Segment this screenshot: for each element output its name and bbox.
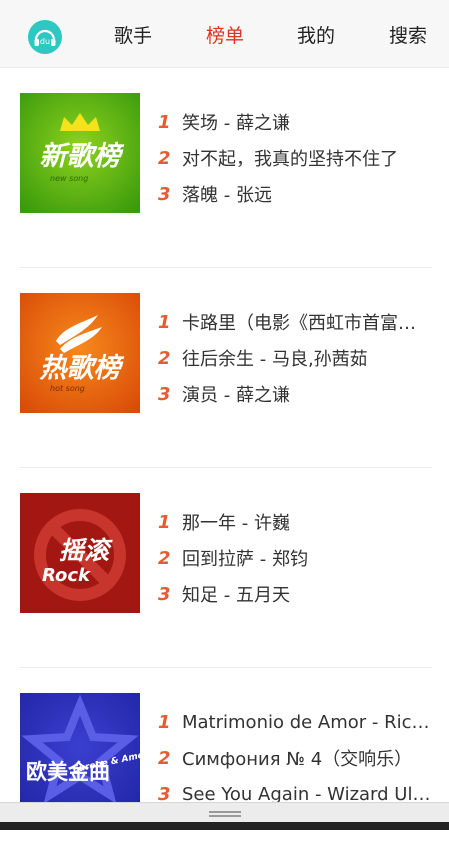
song-title: Симфония № 4（交响乐）	[182, 749, 413, 770]
song-title: 那一年 - 许巍	[182, 513, 290, 534]
cover-title: 摇滚	[59, 536, 113, 565]
drag-handle-icon[interactable]	[209, 811, 241, 817]
song-item[interactable]: 2 Симфония № 4（交响乐）	[158, 740, 432, 776]
chart-card-rock[interactable]: 摇滚 Rock 1 那一年 - 许巍 2 回到拉萨 - 郑钧 3 知足 - 五月…	[20, 468, 432, 668]
chart-card-western[interactable]: 欧美金曲 Europe & America 1 Matrimonio de Am…	[20, 668, 432, 868]
song-rank: 2	[158, 547, 171, 569]
song-rank: 1	[158, 511, 171, 533]
song-list: 1 卡路里（电影《西虹市首富》插曲） 2 往后余生 - 马良,孙茜茹 3 演员 …	[158, 304, 432, 412]
song-rank: 1	[158, 711, 171, 733]
song-rank: 2	[158, 347, 171, 369]
song-rank: 1	[158, 311, 171, 333]
chart-cover-new[interactable]: 新歌榜 new song	[20, 93, 140, 213]
song-rank: 1	[158, 111, 171, 133]
song-rank: 2	[158, 147, 171, 169]
song-title: 对不起，我真的坚持不住了	[182, 149, 398, 170]
song-list: 1 笑场 - 薛之谦 2 对不起，我真的坚持不住了 3 落魄 - 张远	[158, 104, 432, 212]
song-title: 往后余生 - 马良,孙茜茹	[182, 349, 368, 370]
song-item[interactable]: 2 回到拉萨 - 郑钧	[158, 540, 432, 576]
app-logo-icon[interactable]: du	[28, 20, 62, 54]
cover-subtitle: Rock	[42, 565, 91, 586]
cover-title: 新歌榜	[40, 141, 125, 172]
song-title: Matrimonio de Amor - Richard Clayderman	[182, 711, 432, 733]
song-title: 卡路里（电影《西虹市首富》插曲）	[182, 313, 432, 334]
song-item[interactable]: 1 那一年 - 许巍	[158, 504, 432, 540]
cover-title: 热歌榜	[39, 353, 125, 384]
headphones-icon: du	[34, 29, 56, 46]
bottom-edge	[0, 822, 449, 830]
song-title: 演员 - 薛之谦	[182, 385, 290, 406]
cover-subtitle: new song	[50, 174, 88, 183]
song-item[interactable]: 2 对不起，我真的坚持不住了	[158, 140, 432, 176]
chart-cover-hot[interactable]: 热歌榜 hot song	[20, 293, 140, 413]
song-rank: 3	[158, 583, 171, 605]
song-item[interactable]: 3 演员 - 薛之谦	[158, 376, 432, 412]
logo-text: du	[40, 37, 50, 46]
song-item[interactable]: 1 笑场 - 薛之谦	[158, 104, 432, 140]
chart-card-new[interactable]: 新歌榜 new song 1 笑场 - 薛之谦 2 对不起，我真的坚持不住了 3…	[20, 68, 432, 268]
song-list: 1 Matrimonio de Amor - Richard Clayderma…	[158, 704, 432, 812]
song-item[interactable]: 1 Matrimonio de Amor - Richard Clayderma…	[158, 704, 432, 740]
song-list: 1 那一年 - 许巍 2 回到拉萨 - 郑钧 3 知足 - 五月天	[158, 504, 432, 612]
nav-tab-mine[interactable]: 我的	[297, 24, 335, 48]
chart-card-hot[interactable]: 热歌榜 hot song 1 卡路里（电影《西虹市首富》插曲） 2 往后余生 -…	[20, 268, 432, 468]
song-title: 落魄 - 张远	[182, 185, 272, 206]
chart-cover-rock[interactable]: 摇滚 Rock	[20, 493, 140, 613]
song-item[interactable]: 3 落魄 - 张远	[158, 176, 432, 212]
song-rank: 3	[158, 183, 171, 205]
song-title: 回到拉萨 - 郑钧	[182, 549, 308, 570]
nav-tab-search[interactable]: 搜索	[389, 24, 427, 48]
nav-tab-charts[interactable]: 榜单	[206, 24, 244, 48]
song-rank: 3	[158, 383, 171, 405]
top-navigation-bar: du 歌手 榜单 我的 搜索	[0, 0, 449, 68]
song-title: 知足 - 五月天	[182, 585, 290, 606]
song-item[interactable]: 3 知足 - 五月天	[158, 576, 432, 612]
chart-cover-western[interactable]: 欧美金曲 Europe & America	[20, 693, 140, 813]
song-item[interactable]: 1 卡路里（电影《西虹市首富》插曲）	[158, 304, 432, 340]
song-title: 笑场 - 薛之谦	[182, 113, 290, 134]
song-item[interactable]: 2 往后余生 - 马良,孙茜茹	[158, 340, 432, 376]
song-rank: 2	[158, 747, 171, 769]
cover-subtitle: hot song	[50, 384, 85, 393]
nav-tab-singers[interactable]: 歌手	[114, 24, 152, 48]
